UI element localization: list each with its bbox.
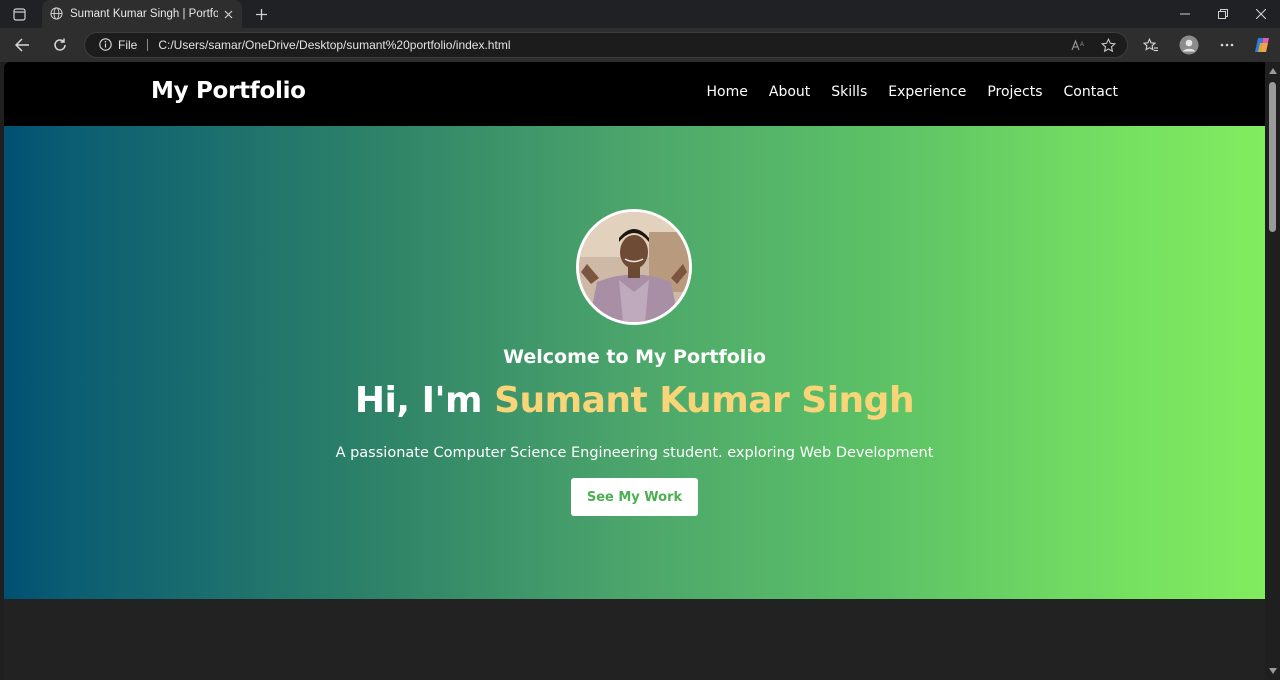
favorites-icon[interactable]: [1137, 32, 1165, 58]
nav-about[interactable]: About: [769, 84, 810, 100]
hero-name: Sumant Kumar Singh: [494, 380, 915, 421]
read-aloud-icon[interactable]: A: [1067, 34, 1089, 56]
scroll-down-icon[interactable]: [1269, 668, 1277, 674]
scroll-thumb[interactable]: [1269, 82, 1276, 232]
address-separator: [147, 39, 149, 51]
hero-tagline: A passionate Computer Science Engineerin…: [335, 445, 934, 461]
page-scrollbar[interactable]: [1265, 62, 1280, 680]
plus-icon[interactable]: [250, 4, 272, 24]
greeting-text: Hi, I'm: [354, 380, 483, 421]
close-icon[interactable]: [218, 4, 238, 24]
scroll-up-icon[interactable]: [1269, 68, 1277, 74]
browser-tabbar: Sumant Kumar Singh | Portfolio: [0, 0, 1280, 28]
address-url[interactable]: C:/Users/samar/OneDrive/Desktop/sumant%2…: [158, 38, 1067, 52]
hero-section: Welcome to My Portfolio Hi, I'm Sumant K…: [4, 126, 1265, 599]
welcome-heading: Welcome to My Portfolio: [503, 346, 766, 368]
more-icon[interactable]: [1213, 32, 1241, 58]
tab-actions-icon[interactable]: [8, 4, 30, 24]
nav-experience[interactable]: Experience: [888, 84, 966, 100]
info-icon[interactable]: [99, 36, 112, 55]
back-icon[interactable]: [10, 34, 34, 56]
star-icon[interactable]: [1097, 34, 1119, 56]
nav-contact[interactable]: Contact: [1064, 84, 1118, 100]
minimize-icon[interactable]: [1166, 0, 1204, 28]
nav-projects[interactable]: Projects: [987, 84, 1042, 100]
restore-icon[interactable]: [1204, 0, 1242, 28]
copilot-icon[interactable]: [1249, 32, 1277, 58]
nav-home[interactable]: Home: [707, 84, 748, 100]
svg-text:A: A: [1080, 42, 1084, 48]
window-controls: [1166, 0, 1280, 28]
browser-tab[interactable]: Sumant Kumar Singh | Portfolio: [42, 0, 242, 28]
address-protocol: File: [118, 38, 138, 52]
site-logo[interactable]: My Portfolio: [151, 78, 306, 104]
hero-headline: Hi, I'm Sumant Kumar Singh: [4, 380, 1265, 421]
browser-toolbar: File C:/Users/samar/OneDrive/Desktop/sum…: [0, 28, 1280, 62]
page-viewport: My Portfolio Home About Skills Experienc…: [4, 62, 1265, 680]
tab-title: Sumant Kumar Singh | Portfolio: [70, 8, 218, 20]
address-bar[interactable]: File C:/Users/samar/OneDrive/Desktop/sum…: [84, 32, 1128, 58]
profile-photo: [576, 209, 692, 325]
see-my-work-button[interactable]: See My Work: [571, 478, 698, 516]
profile-icon[interactable]: [1175, 32, 1203, 58]
site-header: My Portfolio Home About Skills Experienc…: [4, 62, 1265, 126]
main-nav: Home About Skills Experience Projects Co…: [707, 84, 1118, 100]
nav-skills[interactable]: Skills: [831, 84, 867, 100]
refresh-icon[interactable]: [48, 34, 72, 56]
globe-icon: [50, 5, 63, 24]
close-window-icon[interactable]: [1242, 0, 1280, 28]
